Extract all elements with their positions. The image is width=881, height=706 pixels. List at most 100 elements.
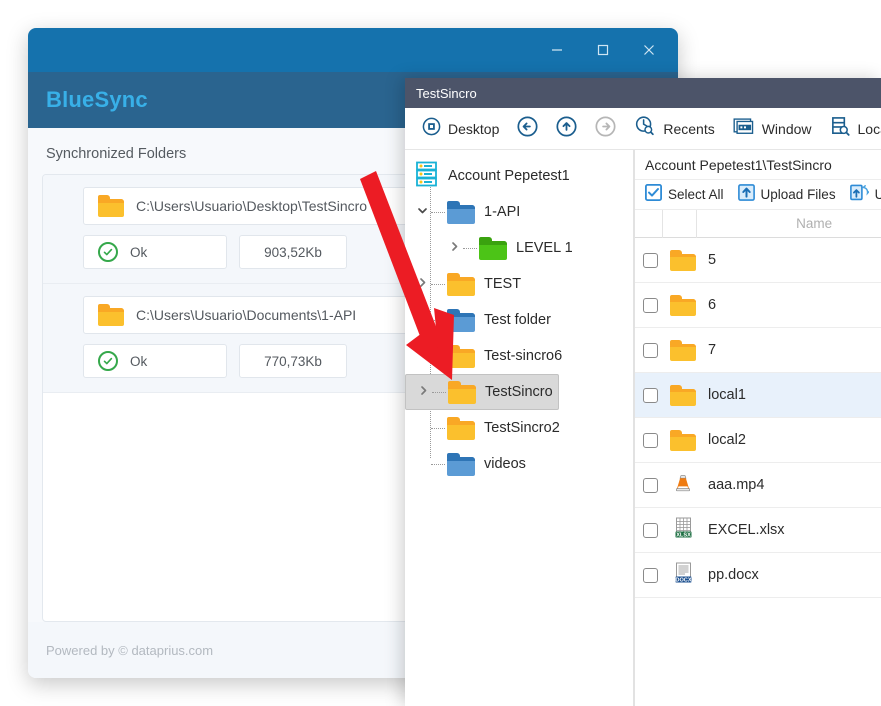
tree-item-label: TestSincro2 xyxy=(484,420,560,436)
row-checkbox[interactable] xyxy=(643,252,658,268)
upload-file-icon xyxy=(737,183,755,206)
file-list-row[interactable]: 6 xyxy=(635,283,881,328)
toolbar-locator-label: Locator xyxy=(857,120,881,137)
tree-item-testsincro[interactable]: TestSincro xyxy=(405,374,559,410)
tree-item-test-folder[interactable]: Test folder xyxy=(405,302,633,338)
folder-yellow-icon xyxy=(670,249,696,271)
tree-item-label: TEST xyxy=(484,276,522,292)
chevron-right-icon[interactable] xyxy=(414,385,432,399)
tree-connector xyxy=(431,319,445,321)
file-list-row[interactable]: local2 xyxy=(635,418,881,463)
sync-status-label: Ok xyxy=(130,353,148,369)
tree-connector xyxy=(432,391,446,393)
row-checkbox[interactable] xyxy=(643,387,658,403)
current-path-label: Account Pepetest1\TestSincro xyxy=(645,156,832,173)
sync-status-label: Ok xyxy=(130,244,148,260)
toolbar-recents-label: Recents xyxy=(663,120,715,137)
toolbar-desktop-label: Desktop xyxy=(448,120,500,137)
locator-search-icon xyxy=(830,116,851,142)
sync-status-box: Ok xyxy=(83,235,227,269)
tree-root-label: Account Pepetest1 xyxy=(448,168,570,184)
file-list-row[interactable]: DOCX pp.docx xyxy=(635,553,881,598)
upload-folder-icon xyxy=(849,184,869,206)
toolbar-locator-button[interactable]: Locator xyxy=(821,109,881,149)
file-list-row[interactable]: 7 xyxy=(635,328,881,373)
tree-item-videos[interactable]: videos xyxy=(405,446,633,482)
column-header-checkbox xyxy=(635,209,663,238)
toolbar-back-button[interactable] xyxy=(508,109,547,149)
bluesync-titlebar xyxy=(28,28,678,72)
testsincro-titlebar: TestSincro xyxy=(405,78,881,108)
upload-folder-button[interactable]: Upload xyxy=(849,184,881,206)
upload-files-label: Upload Files xyxy=(760,187,836,202)
row-checkbox[interactable] xyxy=(643,432,658,448)
toolbar-recents-button[interactable]: Recents xyxy=(625,109,723,149)
screen: BlueSync Synchronized Folders C:\Users\U… xyxy=(0,0,881,706)
chevron-down-icon[interactable] xyxy=(413,205,431,219)
chevron-right-icon[interactable] xyxy=(413,313,431,327)
app-brand-title: BlueSync xyxy=(46,87,148,112)
maximize-button[interactable] xyxy=(580,28,626,72)
minimize-button[interactable] xyxy=(534,28,580,72)
file-list-row[interactable]: XLSX EXCEL.xlsx xyxy=(635,508,881,553)
tree-connector xyxy=(431,463,445,465)
tree-connector xyxy=(431,427,445,429)
upload-folder-label: Upload xyxy=(874,187,881,202)
row-checkbox[interactable] xyxy=(643,567,658,583)
testsincro-window: TestSincro Desktop Recents Window Loc Ac… xyxy=(405,78,881,706)
row-icon-cell xyxy=(670,473,696,498)
sync-folder-path: C:\Users\Usuario\Desktop\TestSincro xyxy=(136,198,368,214)
upload-files-button[interactable]: Upload Files xyxy=(737,183,850,206)
row-name: local1 xyxy=(708,387,746,403)
file-list-row[interactable]: aaa.mp4 xyxy=(635,463,881,508)
row-checkbox[interactable] xyxy=(643,297,658,313)
file-list-column-headers: Name xyxy=(635,209,881,238)
folder-yellow-icon xyxy=(447,416,475,440)
tree-item-test[interactable]: TEST xyxy=(405,266,633,302)
row-name: pp.docx xyxy=(708,567,759,583)
sync-size-label: 903,52Kb xyxy=(264,244,322,260)
toolbar-forward-button[interactable] xyxy=(586,109,625,149)
recents-clock-search-icon xyxy=(634,115,656,142)
folder-yellow-icon xyxy=(670,384,696,406)
tree-item-test-sincro6[interactable]: Test-sincro6 xyxy=(405,338,633,374)
check-circle-icon xyxy=(98,351,118,371)
tree-item-label: videos xyxy=(484,456,526,472)
tree-item-testsincro2[interactable]: TestSincro2 xyxy=(405,410,633,446)
row-checkbox[interactable] xyxy=(643,477,658,493)
sync-size-box: 903,52Kb xyxy=(239,235,347,269)
toolbar-desktop-button[interactable]: Desktop xyxy=(413,109,508,149)
folder-tree-panel: Account Pepetest1 1-API LEVEL 1 TEST Tes… xyxy=(405,150,633,706)
column-header-icon xyxy=(663,209,697,238)
tree-item-1-api[interactable]: 1-API xyxy=(405,194,633,230)
row-checkbox[interactable] xyxy=(643,342,658,358)
chevron-right-icon[interactable] xyxy=(413,277,431,291)
arrow-back-icon xyxy=(517,115,538,142)
file-list-row[interactable]: local1 xyxy=(635,373,881,418)
column-header-name[interactable]: Name xyxy=(697,210,881,238)
toolbar-window-button[interactable]: Window xyxy=(724,109,821,149)
folder-yellow-icon xyxy=(447,344,475,368)
file-list-row[interactable]: 5 xyxy=(635,238,881,283)
row-icon-cell: DOCX xyxy=(670,562,696,588)
close-button[interactable] xyxy=(626,28,672,72)
toolbar-up-button[interactable] xyxy=(547,109,586,149)
tree-item-label: LEVEL 1 xyxy=(516,240,573,256)
folder-yellow-icon xyxy=(448,380,476,404)
folder-green-icon xyxy=(479,236,507,260)
folder-icon xyxy=(98,304,124,326)
select-all-button[interactable]: Select All xyxy=(644,183,738,206)
chevron-right-icon[interactable] xyxy=(445,241,463,255)
list-action-bar: Select All Upload Files Upload xyxy=(635,180,881,210)
tree-item-level-1[interactable]: LEVEL 1 xyxy=(405,230,633,266)
row-icon-cell xyxy=(670,384,696,406)
tree-root-account[interactable]: Account Pepetest1 xyxy=(405,158,633,194)
tree-connector xyxy=(431,355,445,357)
tree-item-label: Test-sincro6 xyxy=(484,348,563,364)
row-checkbox[interactable] xyxy=(643,522,658,538)
testsincro-toolbar: Desktop Recents Window Loc xyxy=(405,108,881,150)
sync-size-label: 770,73Kb xyxy=(264,353,322,369)
desktop-target-icon xyxy=(422,117,441,141)
row-name: 6 xyxy=(708,297,717,313)
sync-status-box: Ok xyxy=(83,344,227,378)
